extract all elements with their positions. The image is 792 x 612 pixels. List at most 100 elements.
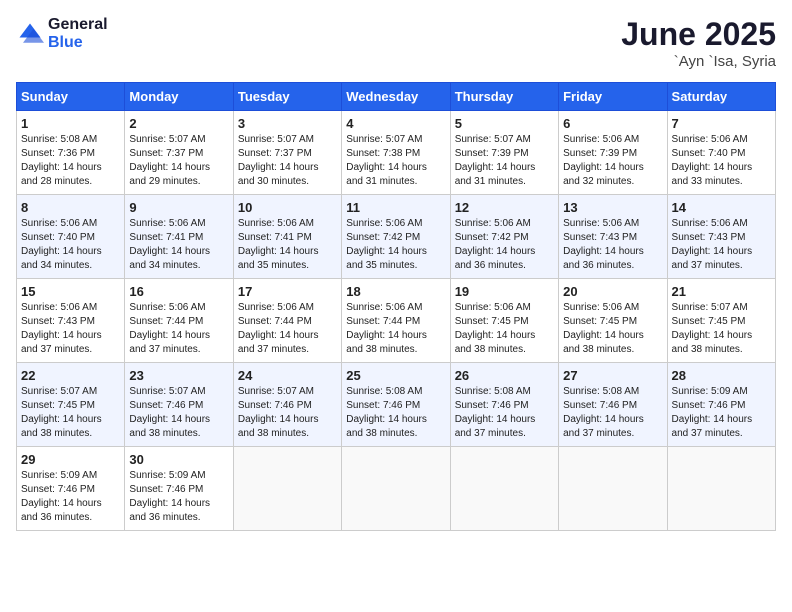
day-info: Sunrise: 5:07 AM Sunset: 7:45 PM Dayligh… [672, 301, 771, 357]
sunrise-label: Sunrise: 5:08 AM [21, 134, 97, 145]
sunset-label: Sunset: 7:40 PM [21, 232, 95, 243]
daylight-label: Daylight: 14 hours [563, 414, 644, 425]
day-number: 10 [238, 200, 337, 215]
day-number: 21 [672, 284, 771, 299]
daylight-label: Daylight: 14 hours [238, 162, 319, 173]
calendar-title: June 2025 [621, 16, 776, 53]
day-number: 18 [346, 284, 445, 299]
sunrise-label: Sunrise: 5:06 AM [129, 302, 205, 313]
daylight-label: Daylight: 14 hours [672, 162, 753, 173]
daylight-label: Daylight: 14 hours [346, 414, 427, 425]
day-number: 23 [129, 368, 228, 383]
day-info: Sunrise: 5:06 AM Sunset: 7:44 PM Dayligh… [129, 301, 228, 357]
daylight-minutes: and 38 minutes. [455, 344, 526, 355]
daylight-minutes: and 37 minutes. [238, 344, 309, 355]
calendar-cell: 20 Sunrise: 5:06 AM Sunset: 7:45 PM Dayl… [559, 279, 667, 363]
calendar-week-row: 29 Sunrise: 5:09 AM Sunset: 7:46 PM Dayl… [17, 447, 776, 531]
day-number: 16 [129, 284, 228, 299]
sunset-label: Sunset: 7:44 PM [129, 316, 203, 327]
daylight-minutes: and 35 minutes. [238, 260, 309, 271]
daylight-minutes: and 36 minutes. [563, 260, 634, 271]
day-number: 7 [672, 116, 771, 131]
day-info: Sunrise: 5:09 AM Sunset: 7:46 PM Dayligh… [672, 385, 771, 441]
calendar-week-row: 22 Sunrise: 5:07 AM Sunset: 7:45 PM Dayl… [17, 363, 776, 447]
day-number: 4 [346, 116, 445, 131]
day-number: 17 [238, 284, 337, 299]
daylight-minutes: and 38 minutes. [21, 428, 92, 439]
day-info: Sunrise: 5:06 AM Sunset: 7:43 PM Dayligh… [672, 217, 771, 273]
sunset-label: Sunset: 7:45 PM [672, 316, 746, 327]
daylight-minutes: and 37 minutes. [672, 428, 743, 439]
sunrise-label: Sunrise: 5:06 AM [21, 218, 97, 229]
day-number: 14 [672, 200, 771, 215]
daylight-label: Daylight: 14 hours [21, 162, 102, 173]
calendar-cell: 7 Sunrise: 5:06 AM Sunset: 7:40 PM Dayli… [667, 111, 775, 195]
sunset-label: Sunset: 7:37 PM [129, 148, 203, 159]
sunset-label: Sunset: 7:43 PM [672, 232, 746, 243]
daylight-minutes: and 28 minutes. [21, 176, 92, 187]
sunrise-label: Sunrise: 5:06 AM [672, 218, 748, 229]
weekday-header: Tuesday [233, 83, 341, 111]
sunrise-label: Sunrise: 5:07 AM [346, 134, 422, 145]
day-number: 20 [563, 284, 662, 299]
calendar-cell: 13 Sunrise: 5:06 AM Sunset: 7:43 PM Dayl… [559, 195, 667, 279]
day-number: 15 [21, 284, 120, 299]
sunset-label: Sunset: 7:40 PM [672, 148, 746, 159]
calendar-cell: 9 Sunrise: 5:06 AM Sunset: 7:41 PM Dayli… [125, 195, 233, 279]
daylight-minutes: and 38 minutes. [346, 428, 417, 439]
day-info: Sunrise: 5:06 AM Sunset: 7:43 PM Dayligh… [21, 301, 120, 357]
calendar-cell: 8 Sunrise: 5:06 AM Sunset: 7:40 PM Dayli… [17, 195, 125, 279]
day-number: 8 [21, 200, 120, 215]
day-number: 25 [346, 368, 445, 383]
day-info: Sunrise: 5:06 AM Sunset: 7:41 PM Dayligh… [129, 217, 228, 273]
sunset-label: Sunset: 7:46 PM [346, 400, 420, 411]
calendar-cell [233, 447, 341, 531]
daylight-minutes: and 34 minutes. [21, 260, 92, 271]
sunset-label: Sunset: 7:43 PM [563, 232, 637, 243]
logo-general: General [48, 16, 108, 34]
daylight-label: Daylight: 14 hours [455, 246, 536, 257]
daylight-minutes: and 38 minutes. [563, 344, 634, 355]
calendar-cell [342, 447, 450, 531]
day-number: 13 [563, 200, 662, 215]
calendar-cell: 14 Sunrise: 5:06 AM Sunset: 7:43 PM Dayl… [667, 195, 775, 279]
day-number: 11 [346, 200, 445, 215]
daylight-minutes: and 34 minutes. [129, 260, 200, 271]
sunrise-label: Sunrise: 5:06 AM [238, 302, 314, 313]
day-info: Sunrise: 5:07 AM Sunset: 7:39 PM Dayligh… [455, 133, 554, 189]
sunset-label: Sunset: 7:37 PM [238, 148, 312, 159]
page-header: General Blue June 2025 `Ayn `Isa, Syria [16, 16, 776, 70]
sunrise-label: Sunrise: 5:06 AM [563, 134, 639, 145]
day-number: 28 [672, 368, 771, 383]
daylight-label: Daylight: 14 hours [129, 246, 210, 257]
sunrise-label: Sunrise: 5:07 AM [455, 134, 531, 145]
sunset-label: Sunset: 7:45 PM [563, 316, 637, 327]
calendar-cell: 12 Sunrise: 5:06 AM Sunset: 7:42 PM Dayl… [450, 195, 558, 279]
daylight-minutes: and 32 minutes. [563, 176, 634, 187]
calendar-week-row: 15 Sunrise: 5:06 AM Sunset: 7:43 PM Dayl… [17, 279, 776, 363]
calendar-cell: 4 Sunrise: 5:07 AM Sunset: 7:38 PM Dayli… [342, 111, 450, 195]
calendar-cell: 11 Sunrise: 5:06 AM Sunset: 7:42 PM Dayl… [342, 195, 450, 279]
calendar-cell: 26 Sunrise: 5:08 AM Sunset: 7:46 PM Dayl… [450, 363, 558, 447]
day-info: Sunrise: 5:06 AM Sunset: 7:42 PM Dayligh… [455, 217, 554, 273]
daylight-minutes: and 36 minutes. [129, 512, 200, 523]
calendar-location: `Ayn `Isa, Syria [621, 53, 776, 70]
daylight-label: Daylight: 14 hours [21, 246, 102, 257]
sunrise-label: Sunrise: 5:06 AM [129, 218, 205, 229]
day-info: Sunrise: 5:06 AM Sunset: 7:45 PM Dayligh… [563, 301, 662, 357]
day-number: 2 [129, 116, 228, 131]
calendar-cell: 16 Sunrise: 5:06 AM Sunset: 7:44 PM Dayl… [125, 279, 233, 363]
day-number: 5 [455, 116, 554, 131]
sunrise-label: Sunrise: 5:07 AM [129, 134, 205, 145]
sunset-label: Sunset: 7:41 PM [238, 232, 312, 243]
day-info: Sunrise: 5:09 AM Sunset: 7:46 PM Dayligh… [21, 469, 120, 525]
sunset-label: Sunset: 7:39 PM [563, 148, 637, 159]
day-number: 30 [129, 452, 228, 467]
daylight-label: Daylight: 14 hours [346, 330, 427, 341]
daylight-label: Daylight: 14 hours [129, 498, 210, 509]
day-number: 29 [21, 452, 120, 467]
day-info: Sunrise: 5:07 AM Sunset: 7:37 PM Dayligh… [129, 133, 228, 189]
day-number: 1 [21, 116, 120, 131]
sunrise-label: Sunrise: 5:06 AM [346, 218, 422, 229]
daylight-label: Daylight: 14 hours [455, 330, 536, 341]
